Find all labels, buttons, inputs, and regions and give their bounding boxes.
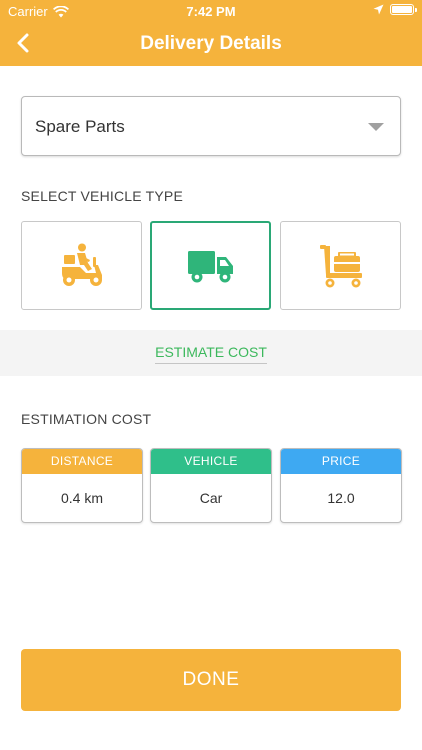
page-title: Delivery Details	[140, 33, 282, 54]
estimate-cost-link[interactable]: ESTIMATE COST	[0, 344, 422, 364]
location-arrow-icon	[373, 4, 384, 15]
status-right	[373, 4, 417, 15]
cost-card-header: DISTANCE	[22, 449, 142, 474]
dropdown-caret-icon	[368, 123, 384, 131]
category-selected-value: Spare Parts	[35, 117, 125, 136]
vehicle-option-trolley[interactable]	[280, 221, 401, 310]
vehicle-option-scooter[interactable]	[21, 221, 142, 310]
vehicle-option-truck[interactable]	[150, 221, 271, 310]
cost-card-header: VEHICLE	[151, 449, 271, 474]
category-dropdown[interactable]: Spare Parts	[21, 96, 401, 156]
cost-card-vehicle: VEHICLE Car	[150, 448, 272, 523]
battery-icon	[390, 4, 417, 15]
status-bar: Carrier 7:42 PM	[0, 0, 422, 22]
delivery-scooter-icon	[61, 243, 102, 286]
luggage-trolley-icon	[319, 244, 362, 287]
done-button[interactable]: DONE	[21, 649, 401, 711]
cost-card-distance: DISTANCE 0.4 km	[21, 448, 143, 523]
delivery-truck-icon	[187, 250, 233, 282]
estimate-cost-label: ESTIMATE COST	[155, 344, 267, 364]
cost-card-value: 0.4 km	[60, 490, 103, 506]
status-time: 7:42 PM	[186, 4, 236, 19]
estimate-band: ESTIMATE COST	[0, 330, 422, 376]
cost-card-value: Car	[199, 490, 223, 506]
app-header: Carrier 7:42 PM Delivery Details	[0, 0, 422, 66]
vehicle-type-heading: SELECT VEHICLE TYPE	[21, 188, 184, 204]
cost-card-header: PRICE	[281, 449, 401, 474]
estimation-cost-heading: ESTIMATION COST	[21, 411, 152, 427]
cost-card-price: PRICE 12.0	[280, 448, 402, 523]
cost-card-value: 12.0	[327, 490, 355, 506]
